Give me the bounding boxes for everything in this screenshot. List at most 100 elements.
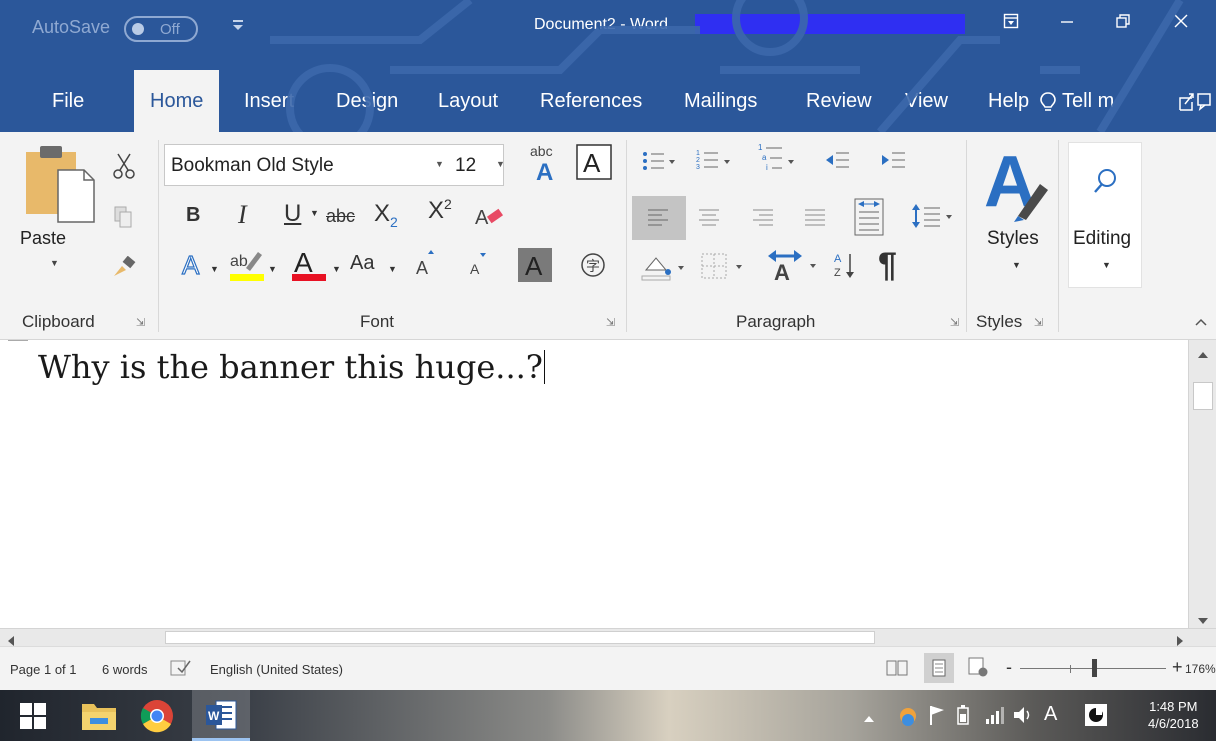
bold-icon[interactable]: B	[186, 204, 200, 227]
increase-indent-icon[interactable]	[880, 150, 906, 175]
tab-references[interactable]: References	[540, 90, 642, 113]
collapse-ribbon-icon[interactable]	[1194, 314, 1208, 332]
onedrive-sync-icon[interactable]	[898, 706, 918, 731]
format-painter-icon[interactable]	[112, 255, 136, 283]
enclose-characters-icon[interactable]: 字	[580, 252, 606, 283]
asian-layout-icon[interactable]: A	[766, 246, 822, 287]
tab-insert[interactable]: Insert	[244, 90, 294, 113]
tab-mailings[interactable]: Mailings	[684, 90, 757, 113]
align-left-button[interactable]	[632, 196, 686, 240]
scroll-up-icon[interactable]	[1198, 346, 1208, 364]
page-count[interactable]: Page 1 of 1	[10, 662, 77, 677]
align-center-icon[interactable]	[698, 208, 720, 233]
change-case-dropdown-icon[interactable]: ▼	[388, 264, 397, 274]
horizontal-scroll-thumb[interactable]	[165, 631, 875, 644]
borders-icon[interactable]	[700, 252, 748, 285]
cut-icon[interactable]	[112, 152, 136, 185]
sort-icon[interactable]: AZ	[834, 250, 858, 285]
subscript-icon[interactable]: X2	[374, 200, 398, 230]
font-name-dropdown-icon[interactable]: ▼	[435, 159, 444, 169]
styles-dropdown-icon[interactable]: ▼	[1012, 260, 1021, 270]
show-formatting-marks-icon[interactable]: ¶	[878, 246, 897, 285]
paste-icon[interactable]	[24, 144, 98, 229]
strikethrough-icon[interactable]: abc	[326, 206, 355, 227]
zoom-in-button[interactable]: +	[1172, 657, 1183, 678]
battery-icon[interactable]	[956, 704, 976, 731]
action-flag-icon[interactable]	[928, 704, 946, 731]
underline-icon[interactable]: U	[284, 200, 301, 228]
clear-all-formatting-icon[interactable]: A	[474, 202, 506, 235]
paragraph-launcher-icon[interactable]: ⇲	[950, 316, 959, 329]
proofing-icon[interactable]	[170, 659, 192, 682]
clear-formatting-icon[interactable]: abc A	[528, 142, 558, 189]
decrease-indent-icon[interactable]	[824, 150, 850, 175]
tab-layout[interactable]: Layout	[438, 90, 498, 113]
text-effects-box-icon[interactable]: A	[576, 144, 612, 185]
language-indicator[interactable]: English (United States)	[210, 662, 343, 677]
network-signal-icon[interactable]	[984, 705, 1006, 730]
shading-icon[interactable]	[640, 252, 688, 287]
numbering-icon[interactable]: 123	[696, 148, 732, 177]
print-layout-button[interactable]	[924, 653, 954, 683]
zoom-out-button[interactable]: -	[1006, 657, 1012, 678]
font-color-dropdown-icon[interactable]: ▼	[332, 264, 341, 274]
bullets-icon[interactable]	[642, 150, 676, 177]
editing-dropdown-icon[interactable]: ▼	[1102, 260, 1111, 270]
horizontal-scrollbar[interactable]	[0, 628, 1216, 646]
zoom-level[interactable]: 176%	[1185, 662, 1216, 676]
word-count[interactable]: 6 words	[102, 662, 148, 677]
clipboard-launcher-icon[interactable]: ⇲	[136, 316, 145, 329]
file-explorer-icon[interactable]	[70, 690, 128, 741]
customize-qat-icon[interactable]	[232, 18, 244, 35]
close-icon[interactable]	[1166, 12, 1196, 35]
paste-dropdown-icon[interactable]: ▼	[50, 258, 59, 268]
text-effects-icon[interactable]: A	[180, 249, 208, 285]
taskbar-clock[interactable]: 1:48 PM 4/6/2018	[1148, 698, 1199, 732]
line-spacing-icon[interactable]	[910, 202, 956, 235]
character-shading-icon[interactable]: A	[518, 248, 552, 287]
tab-help[interactable]: Help	[988, 90, 1029, 113]
autosave-toggle[interactable]: Off	[124, 16, 198, 42]
tab-design[interactable]: Design	[336, 90, 398, 113]
tab-home[interactable]: Home	[134, 70, 220, 132]
editing-button[interactable]: Editing	[1073, 228, 1131, 250]
align-right-icon[interactable]	[752, 208, 774, 233]
superscript-icon[interactable]: X2	[428, 196, 452, 225]
italic-icon[interactable]: I	[238, 200, 247, 230]
ribbon-display-icon[interactable]	[996, 12, 1026, 35]
show-hidden-icons-icon[interactable]	[864, 710, 874, 728]
chrome-icon[interactable]	[128, 690, 186, 741]
minimize-icon[interactable]	[1052, 12, 1082, 35]
restore-icon[interactable]	[1108, 12, 1138, 35]
distributed-icon[interactable]	[854, 198, 884, 241]
font-launcher-icon[interactable]: ⇲	[606, 316, 615, 329]
font-color-icon[interactable]: A	[290, 246, 328, 287]
notification-app-icon[interactable]	[1084, 703, 1108, 732]
web-layout-icon[interactable]	[968, 657, 990, 682]
volume-icon[interactable]	[1012, 704, 1034, 731]
vertical-scrollbar[interactable]	[1188, 340, 1216, 628]
tab-view[interactable]: View	[905, 90, 948, 113]
copy-icon[interactable]	[114, 206, 132, 233]
input-method-indicator[interactable]: A	[1044, 703, 1057, 726]
document-canvas[interactable]: Why is the banner this huge...?	[0, 340, 1188, 628]
highlight-color-icon[interactable]: ab	[228, 246, 266, 287]
highlight-dropdown-icon[interactable]: ▼	[268, 264, 277, 274]
text-effects-dropdown-icon[interactable]: ▼	[210, 264, 219, 274]
document-body-text[interactable]: Why is the banner this huge...?	[38, 348, 545, 386]
font-size-dropdown-icon[interactable]: ▼	[496, 159, 505, 169]
font-size-input[interactable]: 12	[455, 155, 476, 177]
justify-icon[interactable]	[804, 208, 826, 233]
share-icon[interactable]	[1178, 90, 1212, 117]
underline-dropdown-icon[interactable]: ▼	[310, 208, 319, 218]
word-taskbar-icon[interactable]: W	[192, 690, 250, 741]
windows-start-icon[interactable]	[4, 690, 62, 741]
multilevel-list-icon[interactable]: 1ai	[756, 142, 796, 181]
styles-button[interactable]: Styles	[987, 228, 1039, 250]
shrink-font-icon[interactable]: A	[468, 252, 488, 281]
zoom-slider-thumb[interactable]	[1092, 659, 1097, 677]
styles-launcher-icon[interactable]: ⇲	[1034, 316, 1043, 329]
font-name-input[interactable]: Bookman Old Style	[171, 155, 334, 177]
lightbulb-icon[interactable]	[1040, 92, 1056, 119]
styles-gallery-icon[interactable]: A	[982, 142, 1054, 227]
